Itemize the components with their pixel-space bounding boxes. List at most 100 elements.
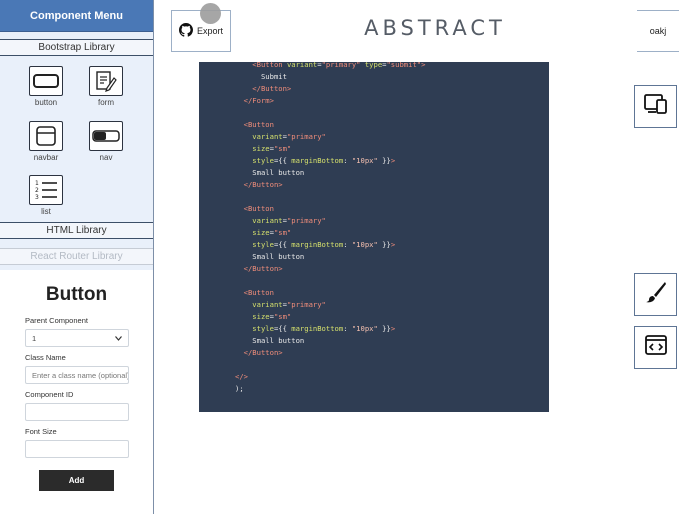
code-token: <Button <box>235 62 287 69</box>
code-token: "10px" <box>351 324 378 333</box>
github-icon <box>178 23 193 39</box>
list-icon: 123 <box>29 175 63 206</box>
cursor-indicator <box>200 3 221 24</box>
code-token: ={{ <box>273 240 292 249</box>
code-token: </Form> <box>235 96 274 105</box>
code-token: }} <box>377 240 391 249</box>
component-form[interactable]: form <box>76 66 136 115</box>
code-line: variant="primary" <box>199 215 549 227</box>
code-token: size <box>235 228 270 237</box>
code-token: : <box>343 156 352 165</box>
navbar-icon <box>29 120 63 151</box>
code-token: </Button> <box>235 348 283 357</box>
component-label: list <box>41 207 51 217</box>
user-menu[interactable]: oakj <box>637 10 679 52</box>
code-token: variant <box>235 300 283 309</box>
responsive-view-button[interactable] <box>634 85 677 128</box>
code-token: marginBottom <box>291 324 344 333</box>
parent-component-value: 1 <box>32 333 37 343</box>
code-token: style <box>235 240 274 249</box>
code-token: ={{ <box>273 324 292 333</box>
code-line: style={{ marginBottom: "10px" }}> <box>199 323 549 335</box>
code-token: > <box>421 62 426 69</box>
app-root: Component Menu Bootstrap Library button … <box>0 0 684 514</box>
code-token: > <box>390 240 396 249</box>
class-name-input[interactable]: Enter a class name (optional) <box>25 366 129 384</box>
class-name-label: Class Name <box>25 353 66 362</box>
parent-component-label: Parent Component <box>25 316 88 325</box>
code-line: <Button <box>199 203 549 215</box>
code-view-button[interactable] <box>634 326 677 369</box>
code-line: size="sm" <box>199 311 549 323</box>
code-token: Small button <box>235 252 305 261</box>
code-token: ={{ <box>273 156 292 165</box>
code-line: </Button> <box>199 263 549 275</box>
font-size-input[interactable] <box>25 440 129 458</box>
bootstrap-library-tab[interactable]: Bootstrap Library <box>0 39 153 56</box>
add-button[interactable]: Add <box>39 470 114 491</box>
code-token: <Button <box>235 120 274 129</box>
component-properties-panel: Button Parent Component 1 Class Name Ent… <box>0 270 153 514</box>
code-line: style={{ marginBottom: "10px" }}> <box>199 239 549 251</box>
svg-text:3: 3 <box>35 194 39 201</box>
component-sidebar: Component Menu Bootstrap Library button … <box>0 0 154 514</box>
svg-text:2: 2 <box>35 187 39 194</box>
code-token: variant <box>286 62 318 69</box>
code-line: </> <box>199 371 549 383</box>
code-line: size="sm" <box>199 227 549 239</box>
code-token: <Button <box>235 204 274 213</box>
code-line: </Button> <box>199 179 549 191</box>
code-token: style <box>235 156 274 165</box>
code-window-icon <box>644 335 667 360</box>
component-nav[interactable]: nav <box>76 120 136 170</box>
code-line: </Form> <box>199 95 549 107</box>
code-token: style <box>235 324 274 333</box>
parent-component-select[interactable]: 1 <box>25 329 129 347</box>
code-line: <Button <box>199 287 549 299</box>
export-label: Export <box>196 26 223 36</box>
code-line: Small button <box>199 335 549 347</box>
code-line: ); <box>199 383 549 395</box>
component-label: form <box>98 98 114 107</box>
code-token: marginBottom <box>291 156 344 165</box>
code-token: <Button <box>235 288 274 297</box>
component-navbar[interactable]: navbar <box>16 120 76 170</box>
properties-title: Button <box>45 284 108 305</box>
code-token: variant <box>235 132 283 141</box>
component-grid: button form navbar nav 1 2 3 list <box>0 56 153 224</box>
component-id-label: Component ID <box>25 390 74 399</box>
code-token: "primary" <box>321 62 361 69</box>
component-button[interactable]: button <box>16 66 76 115</box>
code-token: "sm" <box>273 144 292 153</box>
chevron-down-icon <box>115 334 122 343</box>
code-line: <Button <box>199 119 549 131</box>
code-token: "sm" <box>273 228 292 237</box>
component-id-input[interactable] <box>25 403 129 421</box>
username: oakj <box>649 26 667 36</box>
code-token: </Button> <box>235 264 283 273</box>
component-list[interactable]: 123 list <box>16 175 76 224</box>
responsive-devices-icon <box>643 94 668 119</box>
code-line: </Button> <box>199 347 549 359</box>
font-size-label: Font Size <box>25 427 57 436</box>
code-token: Small button <box>235 336 305 345</box>
code-token: : <box>343 324 352 333</box>
code-token: "10px" <box>351 156 378 165</box>
style-editor-button[interactable] <box>634 273 677 316</box>
code-line: Submit <box>199 71 549 83</box>
code-line: variant="primary" <box>199 299 549 311</box>
code-token: size <box>235 312 270 321</box>
code-token: </Button> <box>235 180 283 189</box>
code-line: variant="primary" <box>199 131 549 143</box>
component-menu-header: Component Menu <box>0 0 153 32</box>
brand-text: ABSTRACT <box>364 16 506 40</box>
code-token: "submit" <box>386 62 422 69</box>
code-token: "primary" <box>286 132 326 141</box>
brand-logo: ABSTRACT <box>330 15 540 41</box>
html-library-tab[interactable]: HTML Library <box>0 222 153 239</box>
svg-text:1: 1 <box>35 180 39 187</box>
react-router-library-tab[interactable]: React Router Library <box>0 248 153 265</box>
component-label: nav <box>99 152 113 162</box>
